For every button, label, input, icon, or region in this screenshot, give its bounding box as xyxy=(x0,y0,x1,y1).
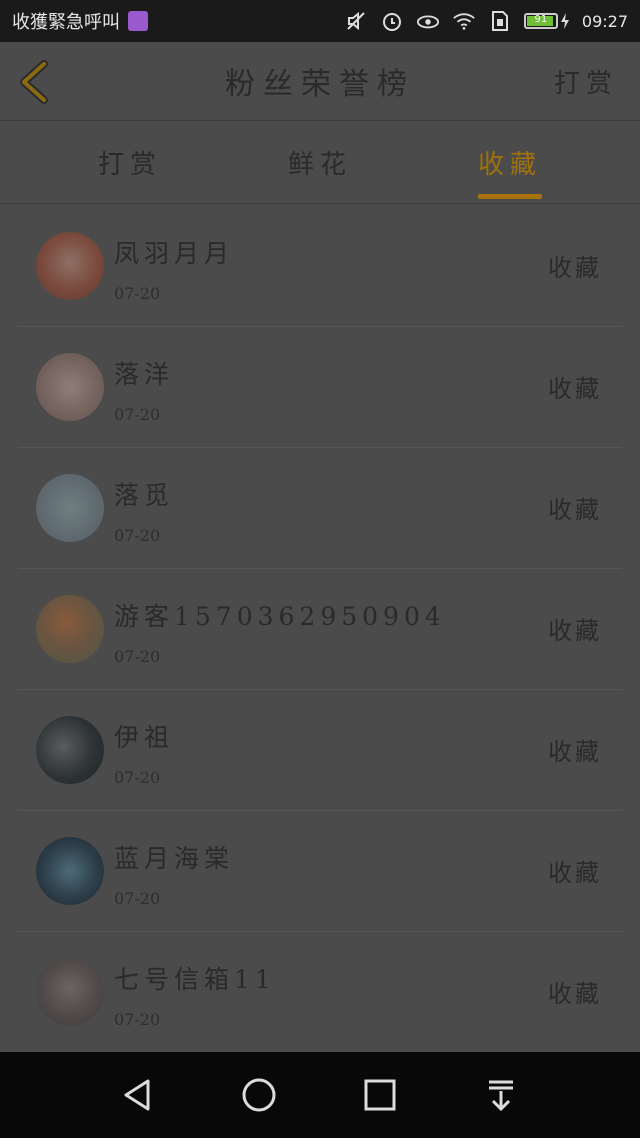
user-name: 游客1570362950904 xyxy=(114,602,446,631)
page-title: 粉丝荣誉榜 xyxy=(225,67,415,102)
tab-indicator xyxy=(478,194,542,199)
item-date: 07-20 xyxy=(114,284,161,303)
list-item[interactable]: 落觅 07-20 收藏 xyxy=(18,448,622,569)
avatar xyxy=(36,958,104,1026)
battery-icon: 91 xyxy=(523,13,570,29)
item-date: 07-20 xyxy=(114,405,161,424)
list-item[interactable]: 蓝月海棠 07-20 收藏 xyxy=(18,811,622,932)
action-label: 收藏 xyxy=(548,254,602,282)
list-item[interactable]: 七号信箱11 07-20 收藏 xyxy=(18,932,622,1053)
list-item[interactable]: 游客1570362950904 07-20 收藏 xyxy=(18,569,622,690)
recents-square-icon[interactable] xyxy=(360,1075,400,1115)
avatar xyxy=(36,474,104,542)
action-label: 收藏 xyxy=(548,859,602,887)
user-name: 落洋 xyxy=(114,360,175,389)
tab-favorites[interactable]: 收藏 xyxy=(474,121,546,203)
item-date: 07-20 xyxy=(114,647,161,666)
list-item[interactable]: 落洋 07-20 收藏 xyxy=(18,327,622,448)
avatar xyxy=(36,353,104,421)
user-name: 凤羽月月 xyxy=(114,239,235,268)
action-label: 收藏 xyxy=(548,375,602,403)
item-date: 07-20 xyxy=(114,526,161,545)
action-label: 收藏 xyxy=(548,738,602,766)
battery-level: 91 xyxy=(534,14,548,25)
avatar xyxy=(36,595,104,663)
system-nav-bar xyxy=(0,1052,640,1138)
clock: 09:27 xyxy=(581,11,628,31)
wifi-icon xyxy=(452,9,476,33)
item-date: 07-20 xyxy=(114,1010,161,1029)
fan-list: 凤羽月月 07-20 收藏 落洋 07-20 收藏 落觅 07-20 收藏 游客… xyxy=(0,206,640,1053)
user-name: 蓝月海棠 xyxy=(114,844,235,873)
list-item[interactable]: 伊祖 07-20 收藏 xyxy=(18,690,622,811)
alarm-icon xyxy=(380,9,404,33)
reward-button[interactable]: 打赏 xyxy=(554,42,618,120)
user-name: 落觅 xyxy=(114,481,175,510)
action-label: 收藏 xyxy=(548,617,602,645)
user-name: 七号信箱11 xyxy=(114,965,276,994)
tab-reward[interactable]: 打赏 xyxy=(75,121,185,203)
item-date: 07-20 xyxy=(114,768,161,787)
user-name: 伊祖 xyxy=(114,723,175,752)
pull-down-icon[interactable] xyxy=(481,1075,521,1115)
tab-bar: 打赏 鲜花 收藏 xyxy=(0,121,640,204)
gallery-icon xyxy=(128,11,148,31)
tab-flowers[interactable]: 鲜花 xyxy=(265,121,375,203)
avatar xyxy=(36,716,104,784)
action-label: 收藏 xyxy=(548,496,602,524)
back-triangle-icon[interactable] xyxy=(118,1075,158,1115)
mute-icon xyxy=(344,9,368,33)
sim-icon xyxy=(488,9,512,33)
avatar xyxy=(36,232,104,300)
item-date: 07-20 xyxy=(114,889,161,908)
notification-text: 收獲緊急呼叫 xyxy=(12,12,120,33)
action-label: 收藏 xyxy=(548,980,602,1008)
status-bar: 收獲緊急呼叫 91 09:27 xyxy=(0,0,640,42)
app-screen: 粉丝荣誉榜 打赏 打赏 鲜花 收藏 凤羽月月 07-20 收藏 落洋 07-20… xyxy=(0,42,640,1053)
eye-icon xyxy=(416,9,440,33)
avatar xyxy=(36,837,104,905)
home-circle-icon[interactable] xyxy=(239,1075,279,1115)
list-item[interactable]: 凤羽月月 07-20 收藏 xyxy=(18,206,622,327)
header: 粉丝荣誉榜 打赏 xyxy=(0,42,640,121)
